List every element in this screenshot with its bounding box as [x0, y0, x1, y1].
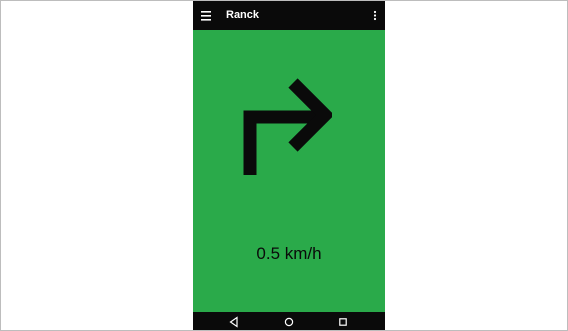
recents-square-icon[interactable] — [336, 315, 350, 329]
app-title: Ranck — [226, 9, 260, 21]
window-frame: Ranck 0.5 km/h — [0, 0, 568, 331]
system-nav-bar — [193, 312, 385, 330]
turn-right-arrow-icon — [243, 78, 332, 175]
back-triangle-icon[interactable] — [227, 315, 241, 329]
more-vert-icon[interactable] — [369, 8, 381, 23]
app-bar: Ranck — [193, 1, 385, 30]
hamburger-menu-icon[interactable] — [199, 9, 215, 23]
speed-readout: 0.5 km/h — [256, 244, 322, 263]
home-circle-icon[interactable] — [282, 315, 296, 329]
